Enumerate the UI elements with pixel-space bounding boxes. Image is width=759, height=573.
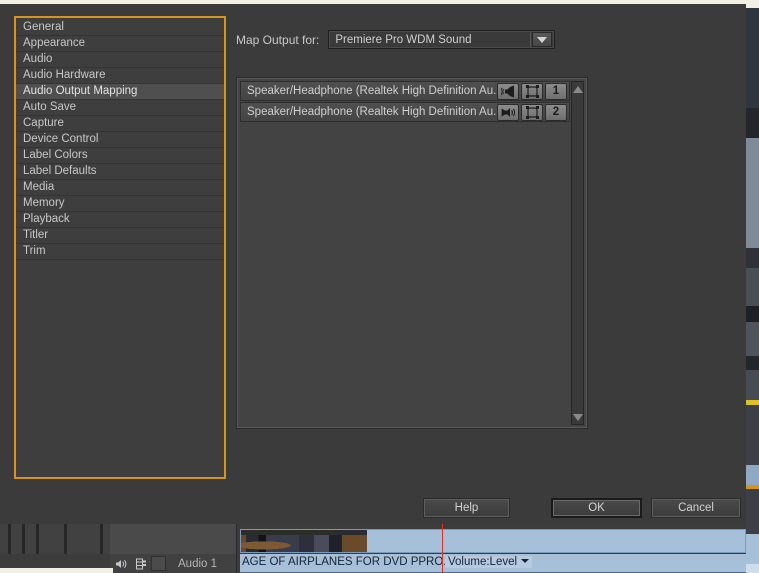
sidebar-item-label: Audio: [23, 53, 53, 65]
speaker-right-icon[interactable]: [497, 103, 519, 121]
sidebar-item-label: Auto Save: [23, 101, 77, 113]
audio-track-header[interactable]: Audio 1: [110, 554, 237, 573]
mapping-row[interactable]: Speaker/Headphone (Realtek High Definiti…: [240, 81, 570, 101]
scroll-up-arrow-icon[interactable]: [572, 83, 583, 95]
dialog-top-strip: [0, 0, 746, 4]
sidebar-item-label: Trim: [23, 245, 46, 257]
scroll-down-arrow-icon[interactable]: [572, 411, 583, 423]
sidebar-item-titler[interactable]: Titler: [16, 228, 224, 244]
sidebar-item-label-colors[interactable]: Label Colors: [16, 148, 224, 164]
sidebar-item-label: Audio Hardware: [23, 69, 106, 81]
track-lock-sync-icon[interactable]: [133, 556, 148, 571]
sidebar-item-label-defaults[interactable]: Label Defaults: [16, 164, 224, 180]
chevron-down-icon: [537, 36, 548, 43]
playhead-marker[interactable]: [442, 524, 443, 573]
clip-volume-dropdown[interactable]: Volume:Level: [445, 556, 533, 568]
audio-clip[interactable]: AGE OF AIRPLANES FOR DVD PPRO.mov [A] Vo…: [240, 554, 746, 573]
sidebar-item-audio-hardware[interactable]: Audio Hardware: [16, 68, 224, 84]
sidebar-item-label: Titler: [23, 229, 49, 241]
sidebar-item-label: Appearance: [23, 37, 86, 49]
help-button[interactable]: Help: [423, 498, 510, 518]
premiere-timeline-panel: Audio 1 AGE OF AIRPLANES FOR DVD PPRO.mo…: [0, 524, 746, 573]
sidebar-item-memory[interactable]: Memory: [16, 196, 224, 212]
audio-output-mapping-list[interactable]: Speaker/Headphone (Realtek High Definiti…: [236, 77, 588, 429]
sidebar-item-label: Memory: [23, 197, 65, 209]
video-clip[interactable]: [240, 529, 746, 553]
sidebar-item-label: Label Defaults: [23, 165, 97, 177]
category-list[interactable]: General Appearance Audio Audio Hardware Audi…: [16, 18, 224, 260]
mapping-row-device-name: Speaker/Headphone (Realtek High Definiti…: [247, 85, 497, 97]
cancel-button[interactable]: Cancel: [651, 498, 741, 518]
video-clip-thumbnail: [241, 530, 367, 552]
select-divider: [530, 32, 532, 47]
preferences-dialog: General Appearance Audio Audio Hardware Audi…: [0, 0, 746, 524]
map-output-dropdown-button[interactable]: [532, 32, 553, 47]
sidebar-item-label: General: [23, 21, 64, 33]
sidebar-item-label: Label Colors: [23, 149, 88, 161]
video-track-header[interactable]: [110, 524, 237, 554]
triangle-up-glyph: [572, 85, 583, 93]
sidebar-item-appearance[interactable]: Appearance: [16, 36, 224, 52]
ok-button[interactable]: OK: [551, 498, 642, 518]
sidebar-item-label: Media: [23, 181, 55, 193]
clip-volume-label: Volume:Level: [448, 556, 518, 568]
sidebar-item-device-control[interactable]: Device Control: [16, 132, 224, 148]
track-select-icon[interactable]: [521, 103, 543, 121]
sidebar-item-general[interactable]: General: [16, 20, 224, 36]
speaker-left-icon[interactable]: [497, 82, 519, 100]
triangle-down-glyph: [572, 413, 583, 421]
chevron-down-icon: [521, 559, 530, 563]
map-output-selected-value: Premiere Pro WDM Sound: [335, 33, 472, 46]
mapping-list-scrollbar[interactable]: [571, 81, 584, 425]
sidebar-item-label: Audio Output Mapping: [23, 85, 138, 97]
mapping-rows-container: Speaker/Headphone (Realtek High Definiti…: [240, 81, 570, 425]
mapping-row-channel-number[interactable]: 1: [545, 82, 567, 100]
screen: General Appearance Audio Audio Hardware Audi…: [0, 0, 759, 573]
map-output-select[interactable]: Premiere Pro WDM Sound: [328, 30, 556, 49]
track-output-speaker-icon[interactable]: [114, 556, 129, 571]
sidebar-item-playback[interactable]: Playback: [16, 212, 224, 228]
track-select-icon[interactable]: [521, 82, 543, 100]
sidebar-item-label: Playback: [23, 213, 70, 225]
sidebar-item-label: Capture: [23, 117, 64, 129]
sidebar-item-audio[interactable]: Audio: [16, 52, 224, 68]
map-output-row: Map Output for: Premiere Pro WDM Sound: [236, 30, 556, 49]
sidebar-item-media[interactable]: Media: [16, 180, 224, 196]
sidebar-item-trim[interactable]: Trim: [16, 244, 224, 260]
mapping-row-channel-number[interactable]: 2: [545, 103, 567, 121]
audio-track-label: Audio 1: [178, 557, 218, 570]
map-output-label: Map Output for:: [236, 32, 320, 47]
preferences-category-sidebar[interactable]: General Appearance Audio Audio Hardware Audi…: [14, 16, 226, 479]
background-app-sliver: [746, 0, 759, 573]
sidebar-item-label: Device Control: [23, 133, 99, 145]
track-toggle-blank-button[interactable]: [151, 556, 166, 571]
bottom-left-panel-strip: [0, 568, 113, 573]
mapping-row[interactable]: Speaker/Headphone (Realtek High Definiti…: [240, 102, 570, 122]
sidebar-item-audio-output-mapping[interactable]: Audio Output Mapping: [16, 84, 224, 100]
sidebar-item-capture[interactable]: Capture: [16, 116, 224, 132]
mapping-row-device-name: Speaker/Headphone (Realtek High Definiti…: [247, 106, 497, 118]
thumbnail-top-band: [241, 530, 367, 535]
sidebar-item-auto-save[interactable]: Auto Save: [16, 100, 224, 116]
